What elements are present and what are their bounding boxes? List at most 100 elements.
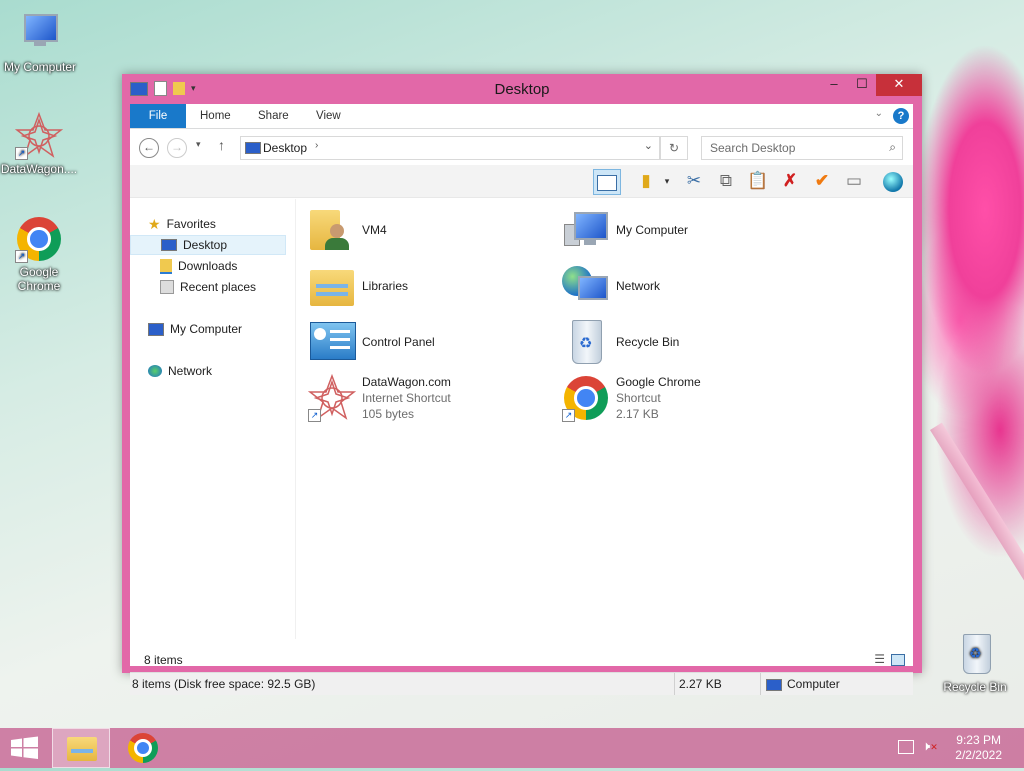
desktop-icon-datawagon[interactable]: ↗ DataWagon....: [0, 111, 79, 176]
file-item-libraries[interactable]: Libraries: [308, 260, 408, 312]
chrome-icon: ↗: [15, 215, 63, 263]
breadcrumb-chevron-icon[interactable]: ›: [315, 140, 318, 151]
forward-button[interactable]: →: [167, 138, 187, 158]
shortcut-arrow-icon: ↗: [562, 409, 575, 422]
item-name: Control Panel: [362, 335, 435, 349]
item-type: Shortcut: [616, 391, 661, 405]
customize-icon[interactable]: [880, 169, 906, 193]
desktop-icon: [161, 239, 177, 251]
nav-my-computer[interactable]: My Computer: [148, 319, 242, 339]
tab-home[interactable]: Home: [200, 104, 231, 128]
search-box[interactable]: Search Desktop ⌕: [701, 136, 903, 160]
start-button[interactable]: [0, 728, 58, 768]
recent-locations-icon[interactable]: ▾: [196, 139, 201, 150]
desktop-icon-recycle-bin[interactable]: ♻ Recycle Bin: [935, 630, 1015, 694]
tab-view[interactable]: View: [316, 104, 341, 128]
preview-pane-icon[interactable]: [593, 169, 621, 195]
clock-time: 9:23 PM: [956, 733, 1001, 747]
desktop-icon-label: My Computer: [3, 60, 77, 74]
file-item-my-computer[interactable]: My Computer: [562, 204, 688, 256]
expand-ribbon-icon[interactable]: ⌄: [875, 108, 883, 119]
tab-share[interactable]: Share: [258, 104, 289, 128]
chrome-icon: ↗: [562, 374, 610, 422]
copy-icon[interactable]: ⧉: [713, 169, 739, 193]
close-button[interactable]: ✕: [876, 74, 922, 96]
file-item-network[interactable]: Network: [562, 260, 660, 312]
large-icons-view-icon[interactable]: [891, 654, 905, 666]
nav-label: Desktop: [183, 238, 228, 252]
status-location: Computer: [787, 677, 840, 691]
item-size: 2.17 KB: [616, 407, 659, 421]
explorer-window: ▾ Desktop – ☐ ✕ File Home Share View ⌄ ?…: [122, 74, 922, 695]
recent-places-icon: [160, 280, 174, 294]
minimize-button[interactable]: –: [820, 74, 848, 96]
desktop-icon-label: Google Chrome: [17, 265, 61, 293]
ribbon-tabs: File Home Share View ⌄ ?: [130, 104, 913, 129]
refresh-button[interactable]: ↻: [660, 136, 688, 160]
libraries-icon: [308, 262, 356, 310]
desktop-icon-my-computer[interactable]: My Computer: [0, 10, 80, 74]
taskbar-file-explorer[interactable]: [52, 728, 110, 768]
nav-desktop[interactable]: Desktop: [130, 235, 286, 255]
up-button[interactable]: ↑: [218, 137, 225, 153]
file-item-recycle-bin[interactable]: ♻ Recycle Bin: [562, 316, 679, 368]
paste-icon[interactable]: 📋: [745, 169, 771, 193]
command-toolbar: ▮ ▾ ✂ ⧉ 📋 ✗ ✔ ▭: [130, 165, 913, 198]
windows-logo-icon: [11, 736, 38, 759]
nav-label: Recent places: [180, 280, 257, 294]
nav-downloads[interactable]: Downloads: [160, 256, 237, 276]
volume-muted-icon[interactable]: 🕨✕: [922, 738, 938, 754]
file-item-google-chrome[interactable]: ↗ Google Chrome Shortcut 2.17 KB: [562, 372, 701, 424]
item-name: Libraries: [362, 279, 409, 293]
file-item-vm4[interactable]: VM4: [308, 204, 387, 256]
datawagon-icon: ↗: [307, 373, 357, 422]
control-panel-icon: [308, 318, 356, 366]
cut-icon[interactable]: ✂: [681, 169, 707, 193]
item-count-bar: 8 items ☰: [130, 649, 913, 671]
nav-favorites[interactable]: ★ Favorites: [148, 214, 216, 234]
item-type: Internet Shortcut: [362, 391, 451, 405]
desktop-icon-google-chrome[interactable]: ↗ Google Chrome: [0, 215, 79, 293]
address-dropdown-icon[interactable]: ⌄: [644, 139, 653, 152]
nav-label: Downloads: [178, 259, 238, 273]
recycle-bin-icon: ♻: [951, 630, 999, 678]
maximize-button[interactable]: ☐: [848, 74, 876, 96]
tab-file[interactable]: File: [130, 104, 186, 128]
clock-date: 2/2/2022: [955, 748, 1002, 762]
file-item-control-panel[interactable]: Control Panel: [308, 316, 435, 368]
taskbar: 🕨✕ 9:23 PM 2/2/2022: [0, 728, 1024, 768]
taskbar-google-chrome[interactable]: [114, 728, 172, 768]
search-icon: ⌕: [889, 140, 896, 154]
computer-icon: [148, 322, 164, 336]
network-tray-icon[interactable]: [898, 740, 914, 754]
computer-icon: [766, 679, 782, 691]
nav-recent-places[interactable]: Recent places: [160, 277, 256, 297]
window-title: Desktop: [494, 81, 550, 98]
network-icon: [148, 365, 162, 377]
rename-icon[interactable]: ✔: [809, 169, 835, 193]
back-button[interactable]: ←: [139, 138, 159, 158]
search-input[interactable]: Search Desktop: [710, 141, 795, 155]
item-name: Google Chrome: [616, 375, 701, 389]
item-name: Recycle Bin: [616, 335, 680, 349]
nav-label: My Computer: [170, 322, 243, 336]
properties-icon[interactable]: ▭: [841, 169, 867, 193]
item-name: My Computer: [616, 223, 689, 237]
clock[interactable]: 9:23 PM 2/2/2022: [955, 733, 1002, 763]
status-bar: 8 items (Disk free space: 92.5 GB) 2.27 …: [130, 672, 913, 695]
details-view-icon[interactable]: ☰: [874, 652, 885, 666]
shortcut-arrow-icon: ↗: [15, 147, 28, 160]
title-bar[interactable]: ▾ Desktop – ☐ ✕: [122, 74, 922, 104]
address-bar[interactable]: Desktop › ⌄: [240, 136, 660, 160]
nav-network[interactable]: Network: [148, 361, 212, 381]
select-dropdown-icon[interactable]: ▾: [654, 169, 680, 193]
delete-icon[interactable]: ✗: [777, 169, 803, 193]
recycle-bin-icon: ♻: [562, 318, 610, 366]
network-icon: [562, 262, 610, 310]
help-icon[interactable]: ?: [893, 108, 909, 124]
file-item-datawagon[interactable]: ↗ DataWagon.com Internet Shortcut 105 by…: [307, 372, 451, 424]
status-size: 2.27 KB: [679, 677, 722, 691]
nav-label: Network: [168, 364, 213, 378]
content-area: VM4 My Computer Libraries Network Contro…: [300, 199, 910, 639]
downloads-icon: [160, 258, 172, 274]
